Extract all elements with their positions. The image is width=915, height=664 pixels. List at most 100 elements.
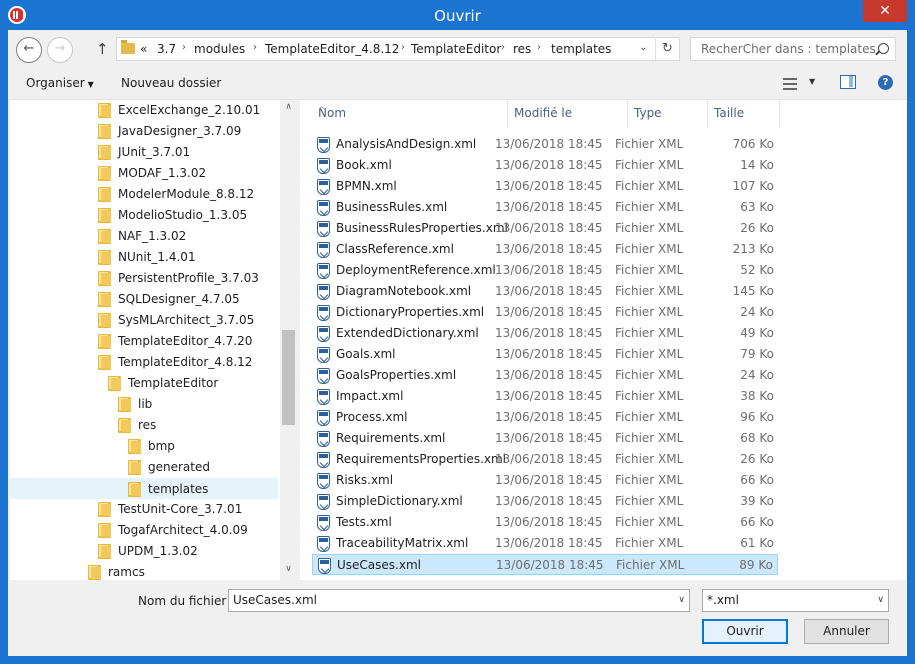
breadcrumb-separator[interactable]: › <box>253 42 257 53</box>
file-row[interactable]: BPMN.xml 13/06/2018 18:45 Fichier XML 107 K… <box>312 176 778 197</box>
tree-item[interactable]: NUnit_1.4.01 <box>10 247 278 268</box>
refresh-button[interactable]: ↻ <box>655 38 679 60</box>
search-input[interactable]: RecherCher dans : templates <box>690 37 896 61</box>
column-header-size[interactable]: Taille <box>708 100 780 128</box>
tree-item[interactable]: bmp <box>10 436 278 457</box>
breadcrumb-item[interactable]: TemplateEditor_4.8.12 <box>265 42 399 56</box>
tree-item[interactable]: ramcs <box>10 562 278 580</box>
file-row[interactable]: SimpleDictionary.xml 13/06/2018 18:45 Fich… <box>312 491 778 512</box>
tree-scrollbar[interactable]: ∧ ∨ <box>280 100 295 580</box>
tree-item[interactable]: generated <box>10 457 278 478</box>
file-name: Goals.xml <box>336 347 396 361</box>
preview-pane-icon[interactable] <box>840 75 856 89</box>
file-row[interactable]: BusinessRulesProperties.xml 13/06/2018 18… <box>312 218 778 239</box>
folder-icon <box>98 124 111 139</box>
breadcrumb-item[interactable]: TemplateEditor <box>411 42 501 56</box>
file-row[interactable]: DiagramNotebook.xml 13/06/2018 18:45 Fichi… <box>312 281 778 302</box>
tree-item[interactable]: NAF_1.3.02 <box>10 226 278 247</box>
file-row[interactable]: UseCases.xml 13/06/2018 18:45 Fichier XML 8… <box>312 554 778 575</box>
tree-item[interactable]: JUnit_3.7.01 <box>10 142 278 163</box>
file-row[interactable]: Requirements.xml 13/06/2018 18:45 Fichier … <box>312 428 778 449</box>
breadcrumb-separator[interactable]: › <box>182 42 186 53</box>
file-row[interactable]: GoalsProperties.xml 13/06/2018 18:45 Fichi… <box>312 365 778 386</box>
address-bar[interactable]: « 3.7 › modules › TemplateEditor_4.8.12 … <box>116 37 680 61</box>
back-button[interactable]: ← <box>16 37 42 63</box>
column-header-name[interactable]: Nom ^ <box>312 100 508 128</box>
file-row[interactable]: AnalysisAndDesign.xml 13/06/2018 18:45 Fic… <box>312 134 778 155</box>
tree-item[interactable]: TemplateEditor_4.8.12 <box>10 352 278 373</box>
breadcrumb-separator[interactable]: › <box>537 42 541 53</box>
open-button[interactable]: Ouvrir <box>702 619 788 644</box>
breadcrumb-item[interactable]: modules <box>194 42 245 56</box>
file-type: Fichier XML <box>615 389 684 403</box>
forward-button[interactable]: → <box>47 37 73 63</box>
file-row[interactable]: Impact.xml 13/06/2018 18:45 Fichier XML 38 … <box>312 386 778 407</box>
file-row[interactable]: Tests.xml 13/06/2018 18:45 Fichier XML 66 K… <box>312 512 778 533</box>
tree-item[interactable]: lib <box>10 394 278 415</box>
tree-item-selected[interactable]: templates <box>10 478 278 499</box>
file-row[interactable]: Book.xml 13/06/2018 18:45 Fichier XML 14 Ko <box>312 155 778 176</box>
file-name: BusinessRulesProperties.xml <box>336 221 508 235</box>
view-options-icon[interactable] <box>783 77 797 91</box>
file-type-select[interactable]: *.xml ∨ <box>702 589 889 612</box>
tree-item[interactable]: TestUnit-Core_3.7.01 <box>10 499 278 520</box>
breadcrumb-item[interactable]: 3.7 <box>157 42 176 56</box>
file-size: 26 Ko <box>740 221 774 235</box>
file-row[interactable]: RequirementsProperties.xml 13/06/2018 18:… <box>312 449 778 470</box>
cancel-button[interactable]: Annuler <box>804 619 889 644</box>
filename-input[interactable]: UseCases.xml ∨ <box>228 589 690 612</box>
address-history-chevron[interactable]: ⌄ <box>639 42 647 53</box>
scroll-up-icon[interactable]: ∧ <box>280 102 295 112</box>
file-row[interactable]: ClassReference.xml 13/06/2018 18:45 Fichie… <box>312 239 778 260</box>
file-name: Book.xml <box>336 158 392 172</box>
tree-item[interactable]: ModelerModule_8.8.12 <box>10 184 278 205</box>
tree-item[interactable]: res <box>10 415 278 436</box>
column-header-type[interactable]: Type <box>628 100 708 128</box>
file-row[interactable]: DictionaryProperties.xml 13/06/2018 18:45… <box>312 302 778 323</box>
column-header-modified[interactable]: Modifié le <box>508 100 628 128</box>
breadcrumb-item[interactable]: res <box>513 42 531 56</box>
tree-item[interactable]: TemplateEditor_4.7.20 <box>10 331 278 352</box>
breadcrumb-separator[interactable]: › <box>501 42 505 53</box>
file-type: Fichier XML <box>615 200 684 214</box>
view-dropdown-chevron[interactable]: ▼ <box>809 77 815 86</box>
file-type: Fichier XML <box>615 326 684 340</box>
breadcrumb-overflow[interactable]: « <box>140 42 147 56</box>
scrollbar-thumb[interactable] <box>282 330 295 425</box>
tree-item[interactable]: UPDM_1.3.02 <box>10 541 278 562</box>
file-row[interactable]: DeploymentReference.xml 13/06/2018 18:45 F… <box>312 260 778 281</box>
file-row[interactable]: BusinessRules.xml 13/06/2018 18:45 Fichier… <box>312 197 778 218</box>
file-row[interactable]: Process.xml 13/06/2018 18:45 Fichier XML 96… <box>312 407 778 428</box>
folder-icon <box>108 376 121 391</box>
file-date: 13/06/2018 18:45 <box>495 263 603 277</box>
chevron-down-icon[interactable]: ∨ <box>678 595 685 605</box>
file-name: TraceabilityMatrix.xml <box>336 536 469 550</box>
help-icon[interactable]: ? <box>878 75 893 90</box>
tree-item[interactable]: SQLDesigner_4.7.05 <box>10 289 278 310</box>
new-folder-button[interactable]: Nouveau dossier <box>121 76 221 90</box>
scroll-down-icon[interactable]: ∨ <box>280 564 295 574</box>
breadcrumb-separator[interactable]: › <box>401 42 405 53</box>
file-row[interactable]: ExtendedDictionary.xml 13/06/2018 18:45 Fi… <box>312 323 778 344</box>
tree-item[interactable]: ExcelExchange_2.10.01 <box>10 100 278 121</box>
tree-item-label: JavaDesigner_3.7.09 <box>118 124 242 138</box>
xml-file-icon <box>317 494 330 510</box>
file-row[interactable]: Risks.xml 13/06/2018 18:45 Fichier XML 66 K… <box>312 470 778 491</box>
tree-item[interactable]: JavaDesigner_3.7.09 <box>10 121 278 142</box>
chevron-down-icon[interactable]: ∨ <box>877 595 884 605</box>
organize-button[interactable]: Organiser ▼ <box>26 76 94 90</box>
up-folder-button[interactable]: ↑ <box>96 40 109 58</box>
close-button[interactable]: ✕ <box>863 0 907 22</box>
tree-item[interactable]: MODAF_1.3.02 <box>10 163 278 184</box>
tree-item[interactable]: ModelioStudio_1.3.05 <box>10 205 278 226</box>
breadcrumb-item[interactable]: templates <box>551 42 611 56</box>
tree-item[interactable]: TemplateEditor <box>10 373 278 394</box>
file-row[interactable]: TraceabilityMatrix.xml 13/06/2018 18:45 Fi… <box>312 533 778 554</box>
file-date: 13/06/2018 18:45 <box>495 284 603 298</box>
file-row[interactable]: Goals.xml 13/06/2018 18:45 Fichier XML 79 K… <box>312 344 778 365</box>
tree-item[interactable]: SysMLArchitect_3.7.05 <box>10 310 278 331</box>
search-icon[interactable] <box>878 43 889 54</box>
tree-item[interactable]: TogafArchitect_4.0.09 <box>10 520 278 541</box>
file-chooser-footer: Nom du fichier : UseCases.xml ∨ *.xml ∨ … <box>8 580 907 656</box>
tree-item[interactable]: PersistentProfile_3.7.03 <box>10 268 278 289</box>
